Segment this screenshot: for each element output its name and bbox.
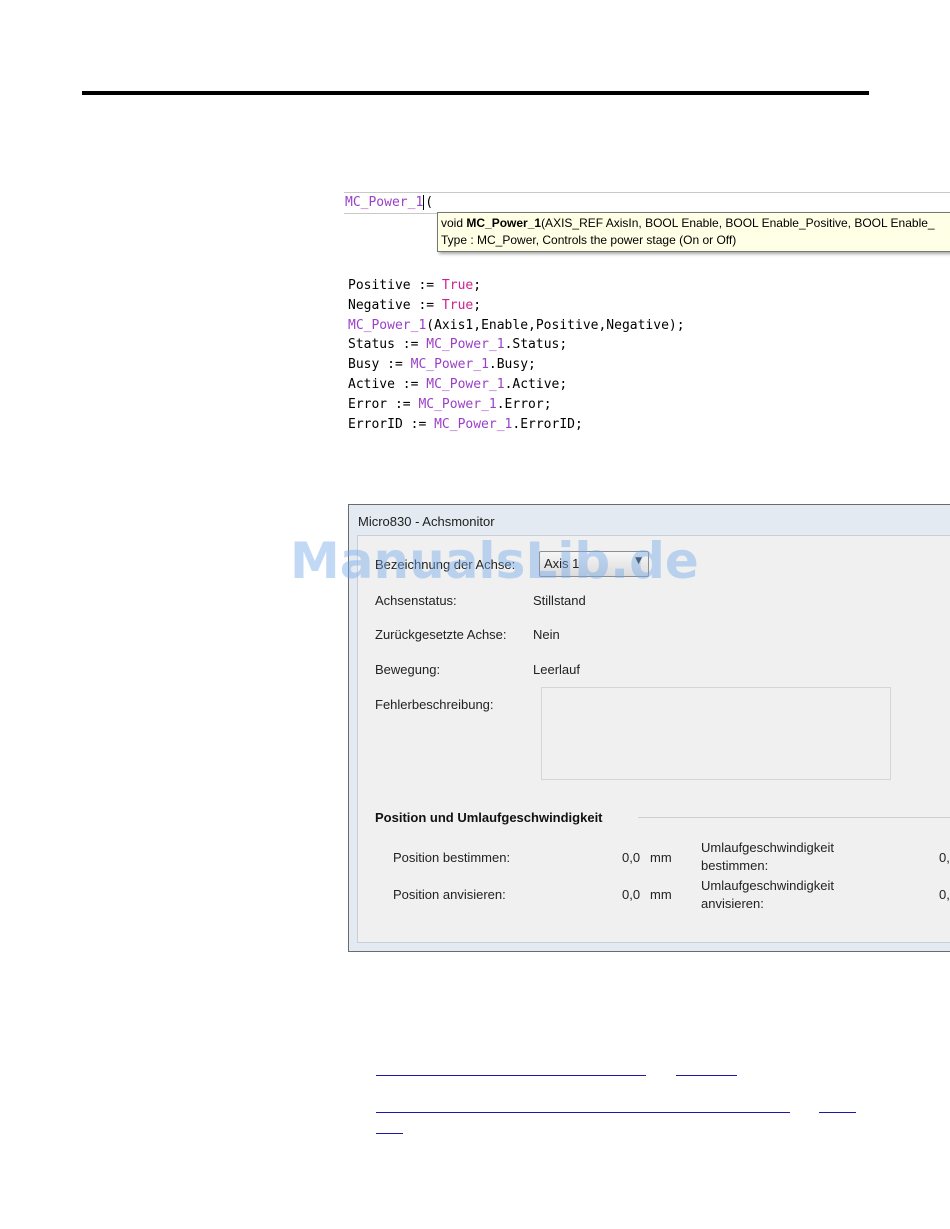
open-paren: ( [423,195,434,210]
window-body: Bezeichnung der Achse: Axis 1 ▼ Achsenst… [357,535,950,943]
window-title: Micro830 - Achsmonitor [358,514,495,529]
error-description-box [541,687,891,780]
motion-value: Leerlauf [533,662,580,677]
link-underline[interactable] [376,1133,403,1134]
vel-cmd-value: 0,0 [939,850,950,865]
link-underline[interactable] [819,1112,856,1113]
code-line: ErrorID := MC_Power_1.ErrorID; [348,416,583,432]
code-editor-line[interactable]: MC_Power_1( [344,192,950,214]
intellisense-tooltip: void MC_Power_1(AXIS_REF AxisIn, BOOL En… [437,212,950,252]
code-line: Error := MC_Power_1.Error; [348,396,552,412]
vel-target-label-1: Umlaufgeschwindigkeit [701,878,834,893]
reset-value: Nein [533,627,560,642]
pos-target-label: Position anvisieren: [393,887,506,902]
pos-cmd-value: 0,0 [622,850,641,865]
vel-cmd-label-2: bestimmen: [701,858,769,873]
fb-name: MC_Power_1 [345,195,424,210]
tooltip-type: Type : MC_Power, Controls the power stag… [441,233,737,247]
code-line: Active := MC_Power_1.Active; [348,376,568,392]
link-underline[interactable] [676,1075,737,1076]
group-divider [638,817,950,818]
code-line: Positive := True; [348,278,482,293]
status-label: Achsenstatus: [375,593,457,608]
link-underline[interactable] [376,1075,646,1076]
vel-target-label-2: anvisieren: [701,896,764,911]
error-label: Fehlerbeschreibung: [375,697,494,712]
pos-cmd-unit: mm [650,850,672,865]
status-value: Stillstand [533,593,586,608]
code-line: Negative := True; [348,297,482,313]
reset-label: Zurückgesetzte Achse: [375,627,507,642]
watermark: ManualsLib.de [290,532,699,590]
pos-cmd-label: Position bestimmen: [393,850,511,865]
header-rule [82,91,869,95]
code-line: Busy := MC_Power_1.Busy; [348,357,536,373]
motion-label: Bewegung: [375,662,441,677]
tooltip-signature: void MC_Power_1(AXIS_REF AxisIn, BOOL En… [441,216,935,230]
vel-target-value: 0,0 [939,887,950,902]
code-line: Status := MC_Power_1.Status; [348,337,568,353]
vel-cmd-label-1: Umlaufgeschwindigkeit [701,840,834,855]
code-block: Positive := True; Negative := True; MC_P… [348,276,685,434]
pos-target-unit: mm [650,887,672,902]
link-underline[interactable] [376,1112,790,1113]
group-title: Position und Umlaufgeschwindigkeit [375,810,603,825]
pos-target-value: 0,0 [622,887,641,902]
code-line: MC_Power_1(Axis1,Enable,Positive,Negativ… [348,317,685,333]
